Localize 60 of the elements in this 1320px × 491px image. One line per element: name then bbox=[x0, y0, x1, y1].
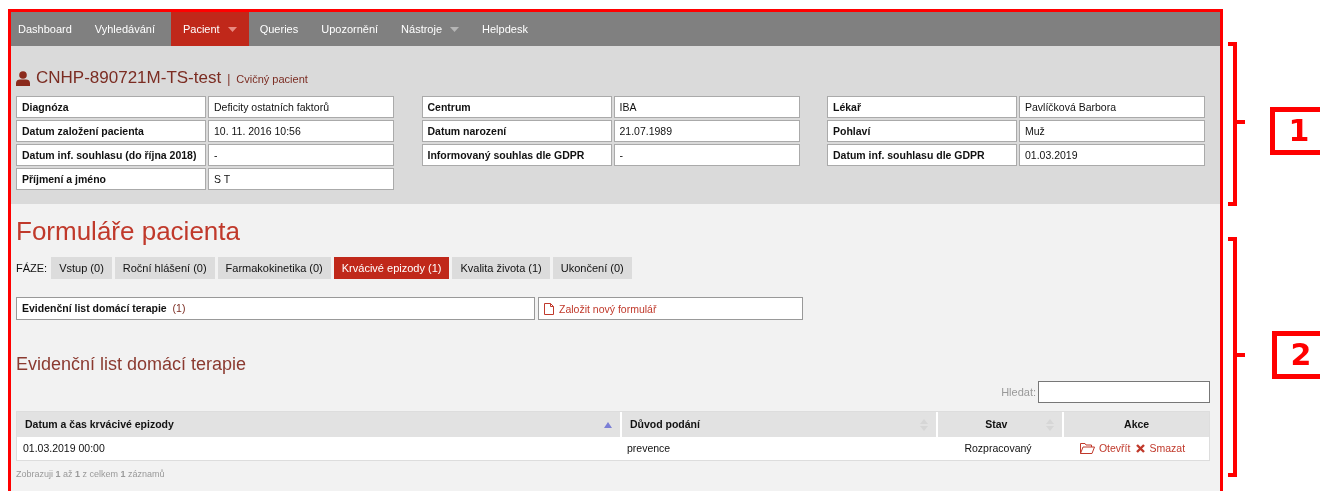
column-header[interactable]: Stav bbox=[938, 412, 1063, 437]
nav-item[interactable]: Vyhledávání bbox=[87, 12, 167, 46]
phase-tab[interactable]: Ukončení (0) bbox=[552, 257, 632, 279]
info-value: - bbox=[208, 144, 394, 166]
column-header[interactable]: Datum a čas krvácivé epizody bbox=[17, 412, 620, 437]
info-value: - bbox=[613, 144, 800, 166]
phase-tab[interactable]: Farmakokinetika (0) bbox=[217, 257, 331, 279]
info-label: Datum inf. souhlasu (do října 2018) bbox=[16, 144, 206, 166]
info-value: Pavlíčková Barbora bbox=[1019, 96, 1205, 118]
info-value: 01.03.2019 bbox=[1019, 144, 1205, 166]
phase-tab[interactable]: Krvácivé epizody (1) bbox=[333, 257, 450, 279]
nav-item[interactable]: Dashboard bbox=[11, 12, 84, 46]
info-value: S T bbox=[208, 168, 394, 190]
info-value: 10. 11. 2016 10:56 bbox=[208, 120, 394, 142]
table-cell-text: Rozpracovaný bbox=[963, 441, 1033, 456]
separator: | bbox=[227, 72, 231, 86]
info-label: Příjmení a jméno bbox=[16, 168, 206, 190]
sort-ascending-icon[interactable] bbox=[603, 421, 612, 428]
column-header[interactable]: Akce bbox=[1064, 412, 1209, 437]
info-value: Deficity ostatních faktorů bbox=[208, 96, 394, 118]
table-info: Zobrazuji 1 až 1 z celkem 1 záznamů bbox=[16, 469, 166, 479]
document-icon bbox=[544, 302, 554, 315]
close-icon bbox=[1136, 444, 1146, 453]
phase-tab[interactable]: Roční hlášení (0) bbox=[114, 257, 215, 279]
action-link[interactable]: Smazat bbox=[1136, 437, 1186, 460]
phase-tab[interactable]: Vstup (0) bbox=[51, 257, 112, 279]
info-value: Muž bbox=[1019, 120, 1205, 142]
info-label: Centrum bbox=[421, 96, 612, 118]
table-cell-text: 01.03.2019 00:00 bbox=[22, 441, 106, 456]
nav-item[interactable]: Nástroje bbox=[394, 12, 472, 46]
annotation-number: 1 bbox=[1270, 107, 1320, 155]
patient-type: Cvičný pacient bbox=[236, 73, 308, 85]
patient-id: CNHP-890721M-TS-test bbox=[36, 68, 222, 88]
table-cell-text: prevence bbox=[626, 441, 672, 456]
phase-label: FÁZE: bbox=[16, 262, 48, 274]
action-link[interactable]: Otevřít bbox=[1079, 437, 1131, 460]
column-header[interactable]: Důvod podání bbox=[621, 412, 937, 437]
page-heading: Formuláře pacienta bbox=[16, 216, 241, 247]
info-label: Lékař bbox=[827, 96, 1017, 118]
info-label: Datum narození bbox=[421, 120, 612, 142]
new-form-button[interactable]: Založit nový formulář bbox=[538, 297, 803, 320]
info-label: Diagnóza bbox=[16, 96, 206, 118]
form-type-row[interactable]: Evidenční list domácí terapie (1) bbox=[16, 297, 535, 320]
search-label: Hledat: bbox=[1001, 386, 1036, 398]
person-icon bbox=[16, 70, 30, 86]
nav-item[interactable]: Helpdesk bbox=[475, 12, 540, 46]
nav-item[interactable]: Queries bbox=[252, 12, 311, 46]
info-value: 21.07.1989 bbox=[613, 120, 800, 142]
info-value: IBA bbox=[613, 96, 800, 118]
info-label: Pohlaví bbox=[827, 120, 1017, 142]
search-field[interactable] bbox=[1038, 381, 1210, 403]
folder-icon bbox=[1079, 443, 1095, 454]
info-label: Datum založení pacienta bbox=[16, 120, 206, 142]
section-title: Evidenční list domácí terapie bbox=[16, 354, 248, 375]
info-label: Datum inf. souhlasu dle GDPR bbox=[827, 144, 1017, 166]
info-label: Informovaný souhlas dle GDPR bbox=[421, 144, 612, 166]
nav-item[interactable]: Pacient bbox=[170, 12, 249, 46]
annotation-number: 2 bbox=[1272, 331, 1320, 379]
phase-tab[interactable]: Kvalita života (1) bbox=[452, 257, 550, 279]
nav-item[interactable]: Upozornění bbox=[314, 12, 391, 46]
